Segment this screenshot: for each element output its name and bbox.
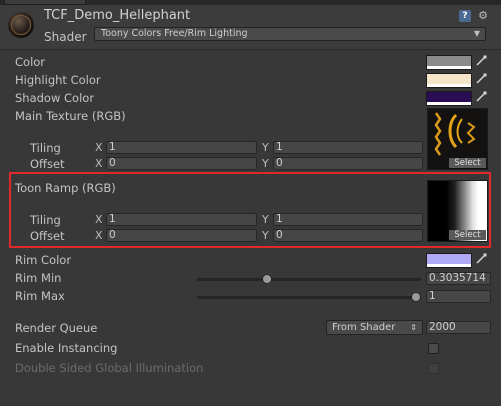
main-texture-slot[interactable]: Select <box>427 108 488 170</box>
eyedropper-icon[interactable] <box>474 91 488 105</box>
rim-color-label: Rim Color <box>15 253 72 267</box>
render-queue-dropdown-value: From Shader <box>332 322 396 333</box>
gear-icon[interactable]: ⚙ <box>477 10 489 22</box>
x-label: X <box>95 229 103 242</box>
toon-ramp-select-button[interactable]: Select <box>449 230 486 240</box>
y-label: Y <box>262 157 269 170</box>
main-texture-tiling-y[interactable]: 1 <box>273 141 423 154</box>
render-queue-label: Render Queue <box>15 321 98 335</box>
main-texture-offset-y[interactable]: 0 <box>273 157 423 170</box>
double-sided-gi-checkbox <box>428 363 439 374</box>
color-label: Color <box>15 55 46 69</box>
tiling-label: Tiling <box>30 141 61 155</box>
rim-max-slider-thumb[interactable] <box>411 292 421 302</box>
toon-ramp-tiling-y[interactable]: 1 <box>273 213 423 226</box>
material-preview-icon <box>8 12 34 38</box>
double-sided-gi-label: Double Sided Global Illumination <box>15 361 204 375</box>
alpha-bar <box>427 84 471 87</box>
material-name: TCF_Demo_Hellephant <box>44 8 191 23</box>
material-header: TCF_Demo_Hellephant Shader Toony Colors … <box>0 5 501 50</box>
inspector-bottom-area <box>0 392 501 406</box>
tiling-label: Tiling <box>30 213 61 227</box>
offset-label: Offset <box>30 229 65 243</box>
rim-max-label: Rim Max <box>15 289 65 303</box>
main-texture-label: Main Texture (RGB) <box>15 109 126 123</box>
stepper-icon: ⇕ <box>410 323 417 332</box>
rim-min-value-field[interactable]: 0.3035714 <box>426 272 491 285</box>
chevron-down-icon: ▼ <box>473 29 480 38</box>
main-texture-select-button[interactable]: Select <box>449 158 486 168</box>
shader-dropdown-value: Toony Colors Free/Rim Lighting <box>101 28 248 39</box>
shader-label: Shader <box>44 30 87 44</box>
toon-ramp-texture-slot[interactable]: Select <box>427 180 488 242</box>
x-label: X <box>95 141 103 154</box>
shadow-color-label: Shadow Color <box>15 91 95 105</box>
x-label: X <box>95 213 103 226</box>
help-icon[interactable]: ? <box>459 10 471 22</box>
y-label: Y <box>262 213 269 226</box>
color-swatch[interactable] <box>426 55 472 70</box>
alpha-bar <box>427 264 471 267</box>
eyedropper-icon[interactable] <box>474 253 488 267</box>
x-label: X <box>95 157 103 170</box>
highlight-color-swatch[interactable] <box>426 73 472 88</box>
enable-instancing-checkbox[interactable] <box>428 343 439 354</box>
rim-color-swatch[interactable] <box>426 253 472 268</box>
main-texture-thumbnail <box>428 109 487 159</box>
toon-ramp-offset-y[interactable]: 0 <box>273 229 423 242</box>
alpha-bar <box>427 102 471 105</box>
alpha-bar <box>427 66 471 69</box>
y-label: Y <box>262 141 269 154</box>
rim-min-label: Rim Min <box>15 271 62 285</box>
eyedropper-icon[interactable] <box>474 55 488 69</box>
rim-max-value-field[interactable]: 1 <box>426 290 491 303</box>
shadow-color-swatch[interactable] <box>426 91 472 106</box>
main-texture-offset-x[interactable]: 0 <box>106 157 257 170</box>
eyedropper-icon[interactable] <box>474 73 488 87</box>
toon-ramp-offset-x[interactable]: 0 <box>106 229 257 242</box>
highlight-color-label: Highlight Color <box>15 73 101 87</box>
enable-instancing-label: Enable Instancing <box>15 341 118 355</box>
rim-min-slider-track[interactable] <box>197 278 421 281</box>
render-queue-dropdown[interactable]: From Shader ⇕ <box>326 320 423 335</box>
render-queue-value-field[interactable]: 2000 <box>426 321 491 334</box>
shader-dropdown[interactable]: Toony Colors Free/Rim Lighting ▼ <box>94 27 486 41</box>
material-sphere-icon <box>11 15 31 35</box>
offset-label: Offset <box>30 157 65 171</box>
y-label: Y <box>262 229 269 242</box>
main-texture-tiling-x[interactable]: 1 <box>106 141 257 154</box>
rim-max-slider-track[interactable] <box>197 296 421 299</box>
toon-ramp-tiling-x[interactable]: 1 <box>106 213 257 226</box>
toon-ramp-label: Toon Ramp (RGB) <box>15 181 116 195</box>
rim-min-slider-thumb[interactable] <box>261 274 272 284</box>
